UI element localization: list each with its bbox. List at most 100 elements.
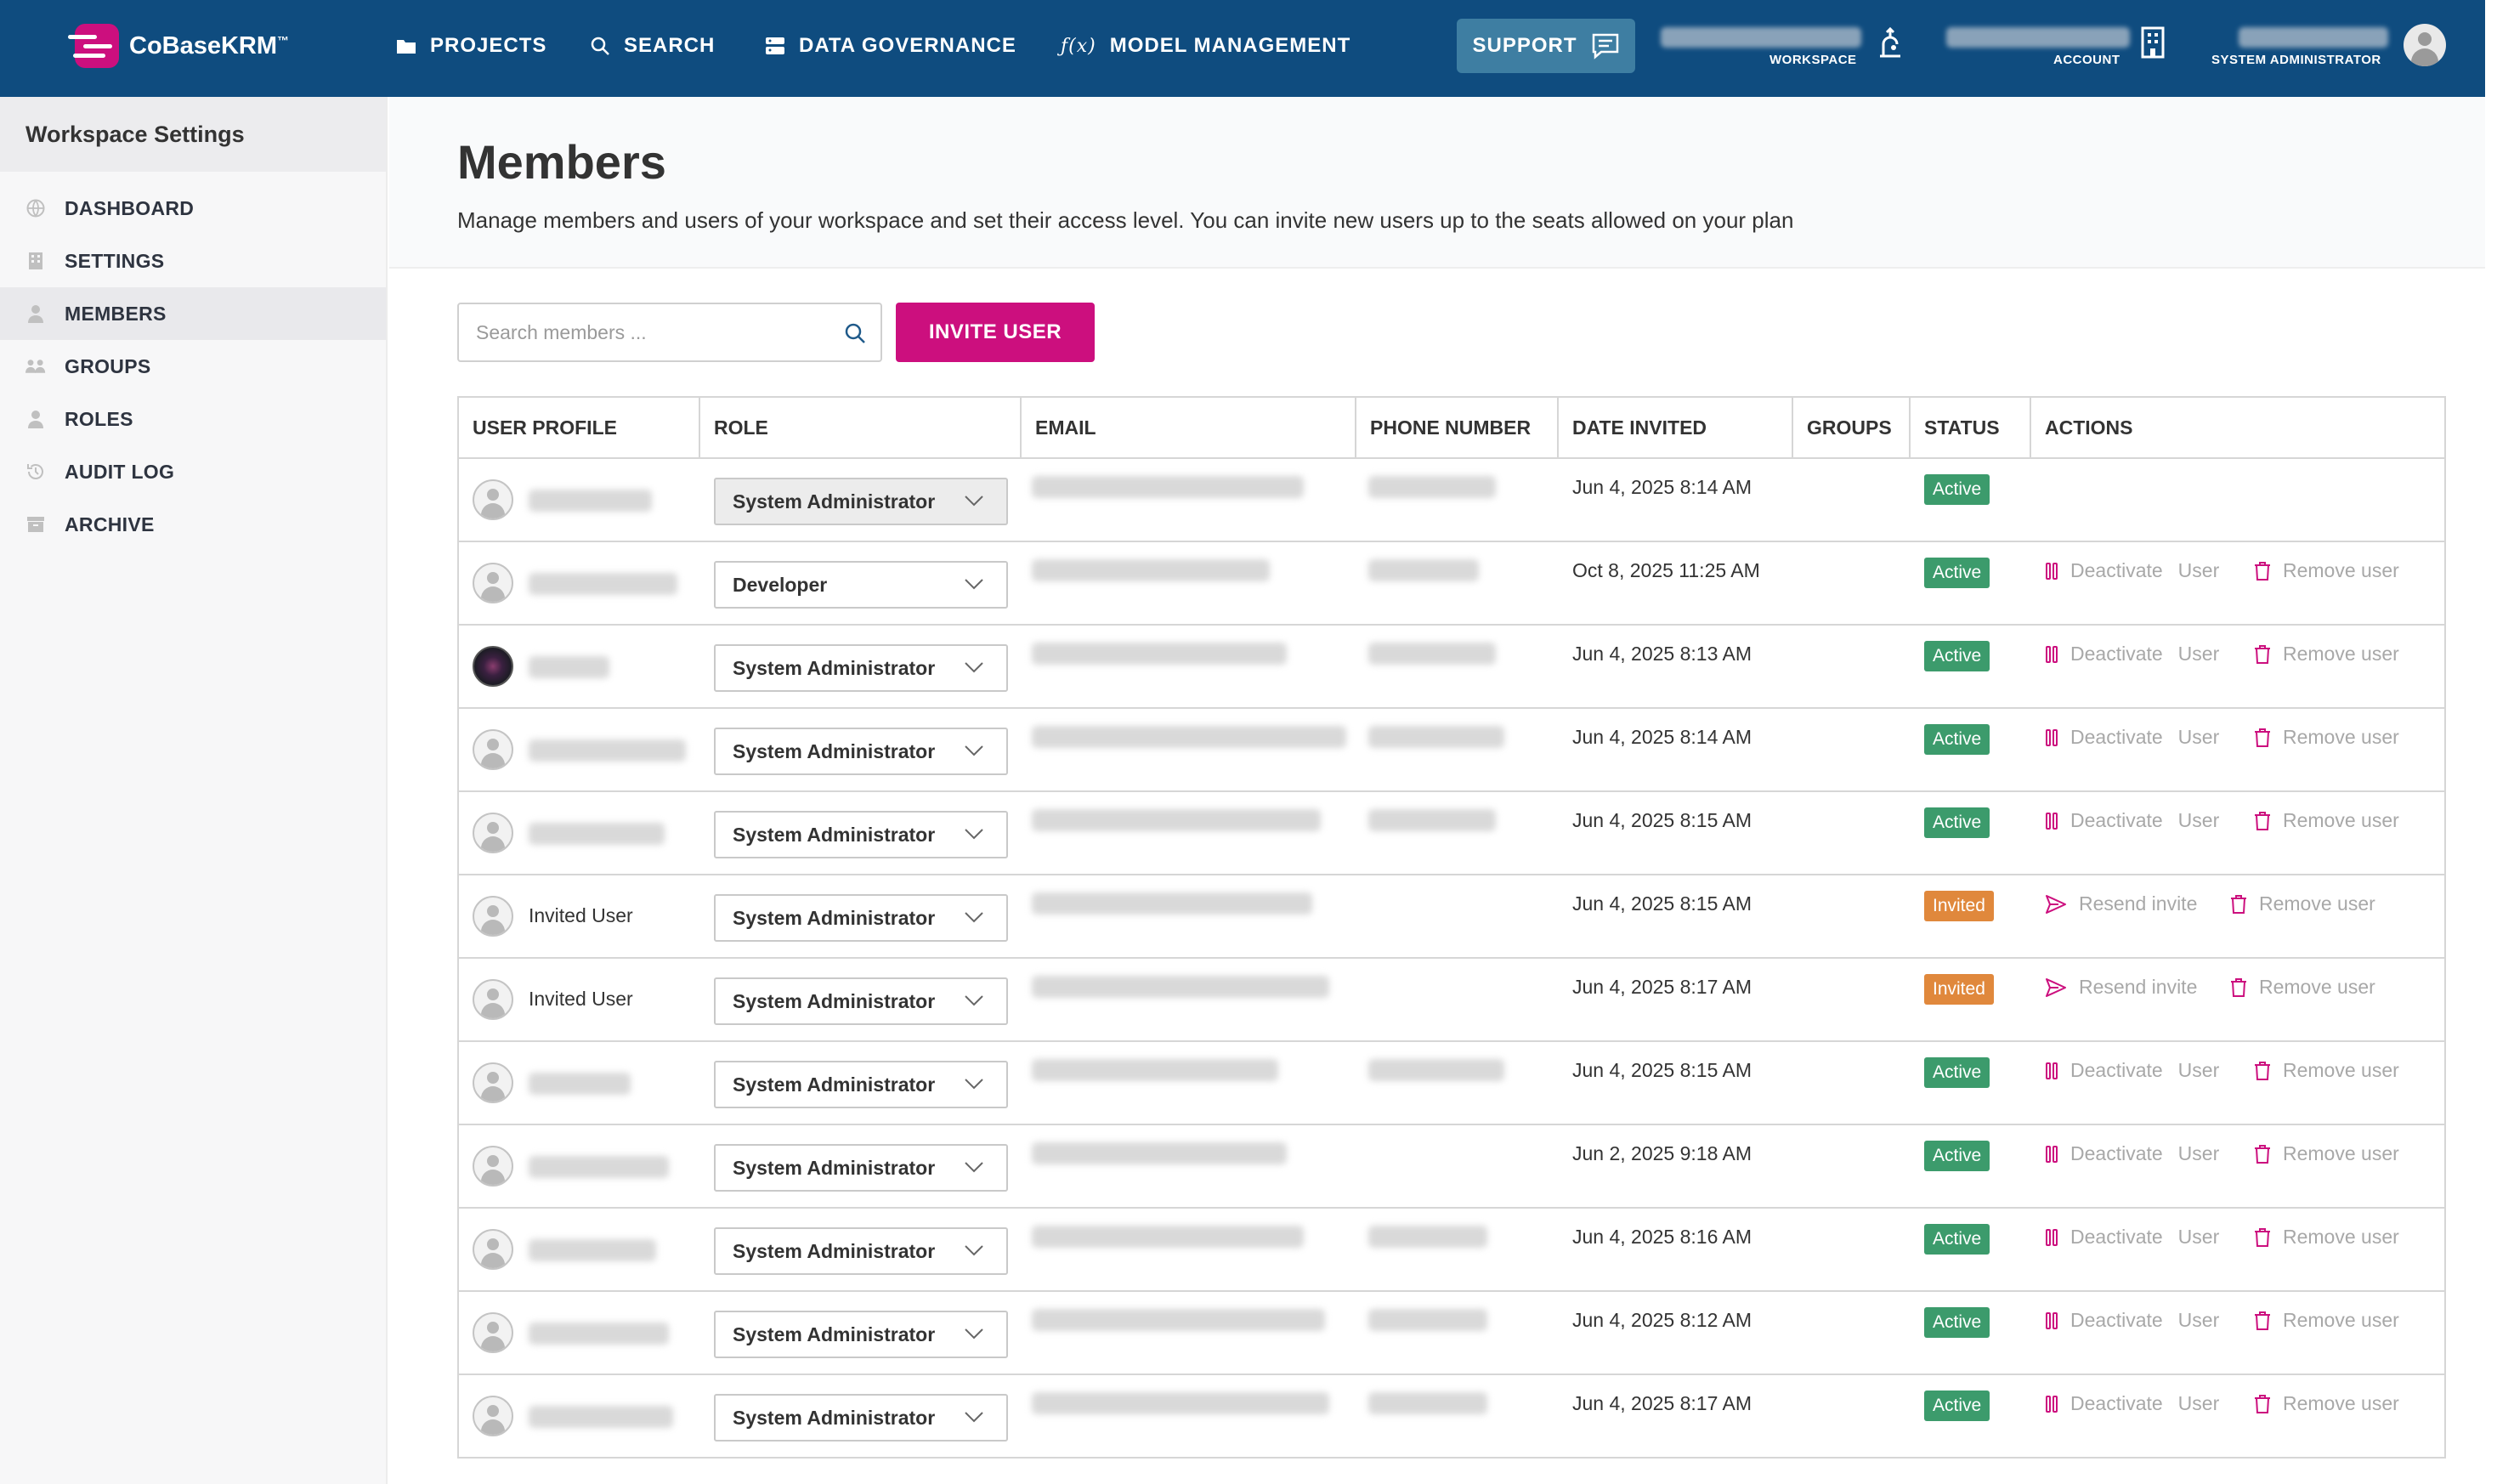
send-icon — [2046, 977, 2066, 997]
remove-user-button[interactable]: Remove user — [2254, 1059, 2399, 1082]
cell-email — [1022, 792, 1356, 874]
deactivate-user-button[interactable]: Deactivate User — [2045, 1142, 2219, 1165]
role-dropdown[interactable]: System Administrator — [714, 811, 1008, 858]
remove-label: Remove user — [2283, 643, 2399, 665]
column-header-groups[interactable]: GROUPS — [1793, 398, 1911, 457]
pause-icon — [2046, 1395, 2058, 1413]
remove-user-button[interactable]: Remove user — [2254, 643, 2399, 666]
phone-redacted — [1368, 809, 1496, 831]
deactivate-user-button[interactable]: Deactivate User — [2045, 1059, 2219, 1082]
nav-search[interactable]: SEARCH — [590, 29, 715, 63]
sidebar-item-archive[interactable]: ARCHIVE — [0, 498, 386, 551]
role-dropdown[interactable]: System Administrator — [714, 644, 1008, 692]
column-header-user-profile[interactable]: USER PROFILE — [459, 398, 700, 457]
remove-user-button[interactable]: Remove user — [2254, 726, 2399, 749]
trash-icon — [2231, 977, 2246, 997]
deactivate-user-button[interactable]: Deactivate User — [2045, 726, 2219, 749]
sidebar-item-label: DASHBOARD — [65, 196, 195, 219]
user-name-redacted — [529, 573, 677, 595]
deactivate-user-button[interactable]: Deactivate User — [2045, 809, 2219, 832]
remove-user-button[interactable]: Remove user — [2254, 1309, 2399, 1332]
resend-invite-button[interactable]: Resend invite — [2045, 892, 2197, 915]
cell-phone — [1356, 792, 1559, 874]
cell-actions: Deactivate User Remove user — [2031, 1292, 2444, 1374]
remove-user-button[interactable]: Remove user — [2254, 1142, 2399, 1165]
user-name-redacted — [529, 1323, 669, 1345]
remove-user-button[interactable]: Remove user — [2230, 976, 2375, 999]
cell-email — [1022, 626, 1356, 707]
cell-user-profile — [459, 1125, 700, 1207]
sidebar-item-dashboard[interactable]: DASHBOARD — [0, 182, 386, 235]
role-dropdown[interactable]: System Administrator — [714, 1394, 1008, 1442]
remove-user-button[interactable]: Remove user — [2254, 809, 2399, 832]
status-badge: Invited — [1924, 974, 1994, 1005]
cell-phone — [1356, 959, 1559, 1040]
user-name-redacted — [529, 656, 609, 678]
remove-user-button[interactable]: Remove user — [2230, 892, 2375, 915]
status-badge: Active — [1924, 1224, 1990, 1255]
search-input[interactable] — [459, 304, 816, 360]
resend-label: Resend invite — [2079, 976, 2198, 998]
column-header-phone[interactable]: PHONE NUMBER — [1356, 398, 1559, 457]
table-row: System Administrator Jun 4, 2025 8:14 AM A… — [459, 709, 2444, 792]
column-header-status[interactable]: STATUS — [1911, 398, 2031, 457]
deactivate-user-button[interactable]: Deactivate User — [2045, 1226, 2219, 1249]
user-role-caption: SYSTEM ADMINISTRATOR — [2211, 53, 2381, 67]
remove-user-button[interactable]: Remove user — [2254, 559, 2399, 582]
sidebar-item-roles[interactable]: ROLES — [0, 393, 386, 445]
cell-user-profile — [459, 542, 700, 624]
brand-logo[interactable]: CoBaseKRM™ — [65, 22, 289, 70]
role-dropdown[interactable]: System Administrator — [714, 728, 1008, 775]
cell-date-invited: Jun 4, 2025 8:15 AM — [1559, 1042, 1793, 1124]
sidebar-item-settings[interactable]: SETTINGS — [0, 235, 386, 287]
invite-user-button[interactable]: INVITE USER — [896, 303, 1095, 362]
phone-redacted — [1368, 559, 1479, 581]
sidebar-item-audit-log[interactable]: AUDIT LOG — [0, 445, 386, 498]
phone-redacted — [1368, 1059, 1504, 1081]
email-redacted — [1032, 643, 1287, 665]
role-dropdown[interactable]: System Administrator — [714, 1311, 1008, 1358]
resend-invite-button[interactable]: Resend invite — [2045, 976, 2197, 999]
cell-phone — [1356, 709, 1559, 790]
pause-icon — [2046, 728, 2058, 746]
sidebar-item-members[interactable]: MEMBERS — [0, 287, 386, 340]
cell-role: System Administrator — [700, 1375, 1022, 1457]
database-icon — [766, 37, 784, 54]
sidebar-item-label: MEMBERS — [65, 302, 167, 325]
column-header-role[interactable]: ROLE — [700, 398, 1022, 457]
chevron-down-icon — [965, 1162, 983, 1173]
email-redacted — [1032, 476, 1304, 498]
column-header-email[interactable]: EMAIL — [1022, 398, 1356, 457]
cell-phone — [1356, 1209, 1559, 1290]
cell-status: Active — [1911, 1292, 2031, 1374]
role-dropdown[interactable]: System Administrator — [714, 1144, 1008, 1192]
role-dropdown[interactable]: System Administrator — [714, 1227, 1008, 1275]
cell-role: System Administrator — [700, 626, 1022, 707]
deactivate-label: Deactivate — [2070, 643, 2163, 665]
role-dropdown[interactable]: System Administrator — [714, 1061, 1008, 1108]
nav-model-management[interactable]: ƒ(x) MODEL MANAGEMENT — [1061, 29, 1350, 63]
search-icon[interactable] — [843, 321, 867, 345]
nav-data-governance[interactable]: DATA GOVERNANCE — [765, 29, 1016, 63]
deactivate-user-button[interactable]: Deactivate User — [2045, 1309, 2219, 1332]
column-header-date-invited[interactable]: DATE INVITED — [1559, 398, 1793, 457]
date-invited: Jun 4, 2025 8:14 AM — [1572, 476, 1752, 498]
remove-user-button[interactable]: Remove user — [2254, 1226, 2399, 1249]
deactivate-user-button[interactable]: Deactivate User — [2045, 1392, 2219, 1415]
role-dropdown[interactable]: Developer — [714, 561, 1008, 609]
cell-user-profile — [459, 709, 700, 790]
deactivate-user-button[interactable]: Deactivate User — [2045, 643, 2219, 666]
top-navigation-bar: CoBaseKRM™ PROJECTS SEARCH DATA GOVERNAN… — [0, 0, 2485, 97]
role-dropdown[interactable]: System Administrator — [714, 894, 1008, 942]
role-dropdown[interactable]: System Administrator — [714, 977, 1008, 1025]
cell-actions: Deactivate User Remove user — [2031, 1042, 2444, 1124]
deactivate-user-label: User — [2177, 643, 2220, 665]
nav-projects[interactable]: PROJECTS — [396, 29, 546, 63]
support-button[interactable]: SUPPORT — [1457, 19, 1635, 73]
sidebar-item-groups[interactable]: GROUPS — [0, 340, 386, 393]
remove-user-button[interactable]: Remove user — [2254, 1392, 2399, 1415]
sidebar: Workspace Settings DASHBOARD SETTINGS ME… — [0, 97, 388, 1484]
deactivate-user-button[interactable]: Deactivate User — [2045, 559, 2219, 582]
cell-user-profile — [459, 1375, 700, 1457]
avatar — [2404, 24, 2446, 66]
